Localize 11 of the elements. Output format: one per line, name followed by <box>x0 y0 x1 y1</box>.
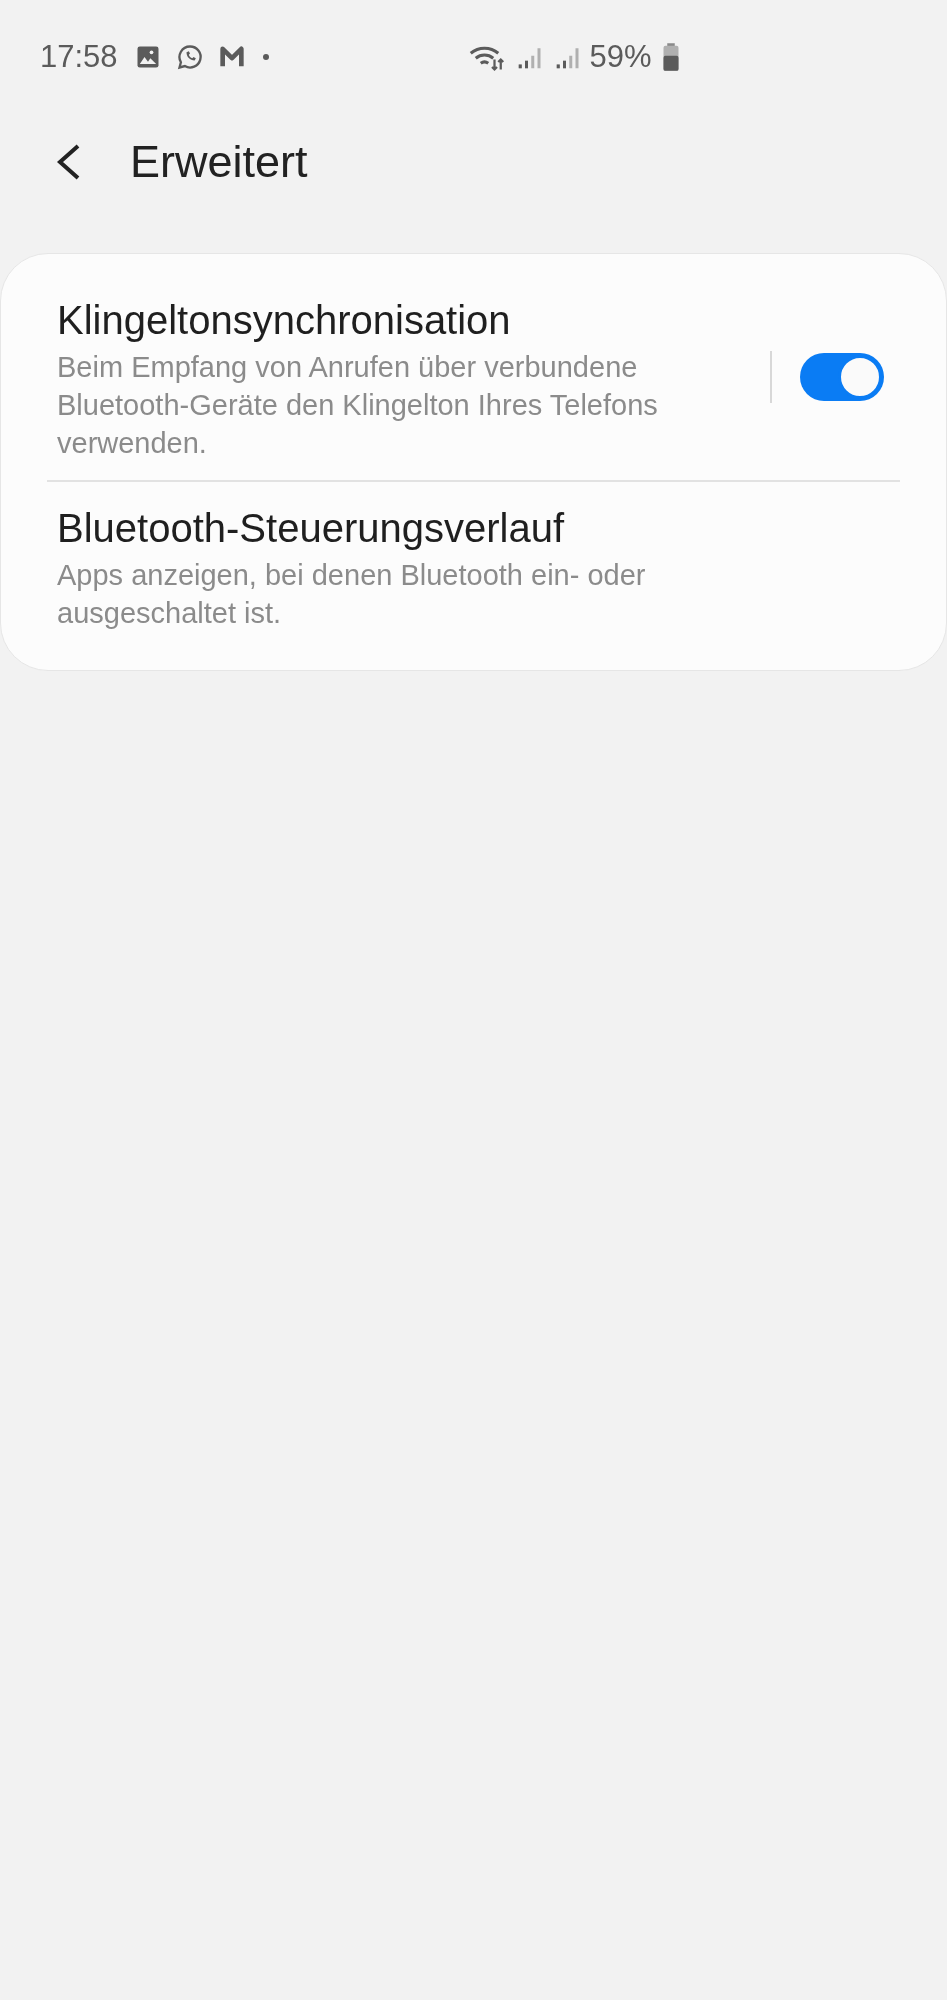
settings-item[interactable]: Bluetooth-Steuerungsverlauf Apps anzeigen, bei denen Bluetooth ein- oder ausgeschaltet ist. <box>1 482 946 650</box>
setting-description: Apps anzeigen, bei denen Bluetooth ein- oder ausgeschaltet ist. <box>57 558 647 631</box>
chat-bubble-icon <box>175 43 204 71</box>
battery-percentage: 59% <box>589 37 652 76</box>
setting-description: Beim Empfang von Anrufen über verbundene Bluetooth-Geräte den Klingelton Ihres Telefons verwenden. <box>57 350 659 461</box>
setting-title: Klingeltonsynchronisation <box>57 297 512 344</box>
setting-title: Bluetooth-Steuerungsverlauf <box>57 505 566 552</box>
page-title: Erweitert <box>130 135 308 190</box>
status-time: 17:58 <box>40 37 118 76</box>
settings-item[interactable]: Klingeltonsynchronisation Beim Empfang von Anrufen über verbundene Bluetooth-Geräte den Klingelton Ihres Telefons verwenden. <box>1 274 946 480</box>
toggle-switch[interactable] <box>800 353 884 401</box>
